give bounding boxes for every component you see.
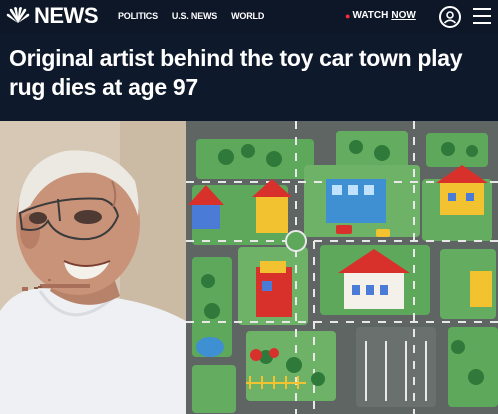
nbc-news-logo[interactable]: NEWS [6,3,99,28]
article-headline[interactable]: Original artist behind the toy car town … [9,44,489,102]
top-navbar: NEWS POLITICS U.S. NEWS WORLD ● WATCH NO… [0,0,498,34]
account-icon[interactable] [439,6,461,28]
watch-now-label: NOW [391,10,416,21]
watch-now-link[interactable]: ● WATCH NOW [345,10,416,21]
nav-politics[interactable]: POLITICS [118,11,158,21]
primary-nav: POLITICS U.S. NEWS WORLD [118,11,264,21]
brand-name: NEWS [34,3,99,28]
peacock-icon [6,7,30,23]
hamburger-menu-icon[interactable] [473,8,491,24]
nav-world[interactable]: WORLD [231,11,264,21]
artist-portrait-photo [0,121,186,414]
play-rug-photo [186,121,498,414]
watch-label: WATCH [352,10,389,21]
live-dot-icon: ● [345,10,351,21]
nav-us-news[interactable]: U.S. NEWS [172,11,217,21]
